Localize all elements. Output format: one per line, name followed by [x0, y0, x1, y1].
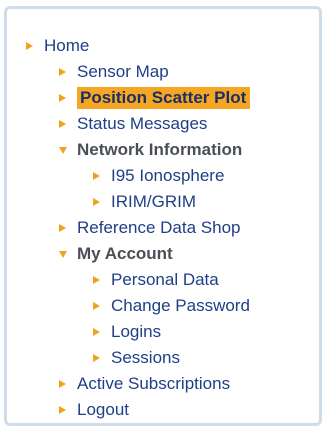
- nav-item-irim-grim[interactable]: IRIM/GRIM: [93, 190, 196, 214]
- navigation-panel: Home Sensor Map Position Scatter Plot St…: [4, 6, 322, 426]
- nav-item-sensor-map[interactable]: Sensor Map: [59, 60, 169, 84]
- nav-label-reference-data-shop: Reference Data Shop: [77, 218, 241, 237]
- nav-label-i95-ionosphere: I95 Ionosphere: [111, 166, 225, 185]
- arrow-down-icon: [59, 250, 67, 258]
- arrow-right-icon: [59, 406, 66, 414]
- nav-label-home: Home: [44, 36, 90, 55]
- arrow-right-icon: [93, 328, 100, 336]
- arrow-right-icon: [26, 42, 33, 50]
- nav-item-logins[interactable]: Logins: [93, 320, 161, 344]
- nav-label-status-messages: Status Messages: [77, 114, 208, 133]
- nav-label-my-account: My Account: [77, 244, 173, 263]
- arrow-down-icon: [59, 146, 67, 154]
- arrow-right-icon: [93, 198, 100, 206]
- nav-item-home[interactable]: Home: [26, 34, 89, 58]
- arrow-right-icon: [59, 380, 66, 388]
- arrow-right-icon: [93, 354, 100, 362]
- arrow-right-icon: [93, 302, 100, 310]
- nav-item-change-password[interactable]: Change Password: [93, 294, 250, 318]
- nav-label-network-information: Network Information: [77, 140, 243, 159]
- arrow-right-icon: [59, 68, 66, 76]
- nav-label-logout: Logout: [77, 400, 129, 419]
- nav-item-reference-data-shop[interactable]: Reference Data Shop: [59, 216, 241, 240]
- nav-item-status-messages[interactable]: Status Messages: [59, 112, 207, 136]
- nav-label-sensor-map: Sensor Map: [77, 62, 169, 81]
- nav-label-active-subscriptions: Active Subscriptions: [77, 374, 231, 393]
- nav-item-my-account[interactable]: My Account: [59, 242, 173, 266]
- arrow-right-icon: [59, 94, 66, 102]
- nav-item-logout[interactable]: Logout: [59, 398, 129, 422]
- nav-item-sessions[interactable]: Sessions: [93, 346, 180, 370]
- nav-label-personal-data: Personal Data: [111, 270, 219, 289]
- nav-label-position-scatter-plot: Position Scatter Plot: [77, 87, 251, 109]
- nav-label-change-password: Change Password: [111, 296, 250, 315]
- arrow-right-icon: [93, 276, 100, 284]
- arrow-right-icon: [93, 172, 100, 180]
- arrow-right-icon: [59, 120, 66, 128]
- nav-label-logins: Logins: [111, 322, 162, 341]
- nav-item-active-subscriptions[interactable]: Active Subscriptions: [59, 372, 230, 396]
- nav-item-personal-data[interactable]: Personal Data: [93, 268, 219, 292]
- arrow-right-icon: [59, 224, 66, 232]
- nav-label-sessions: Sessions: [111, 348, 180, 367]
- nav-item-position-scatter-plot[interactable]: Position Scatter Plot: [59, 86, 251, 110]
- nav-label-irim-grim: IRIM/GRIM: [111, 192, 196, 211]
- nav-item-network-information[interactable]: Network Information: [59, 138, 242, 162]
- nav-item-i95-ionosphere[interactable]: I95 Ionosphere: [93, 164, 224, 188]
